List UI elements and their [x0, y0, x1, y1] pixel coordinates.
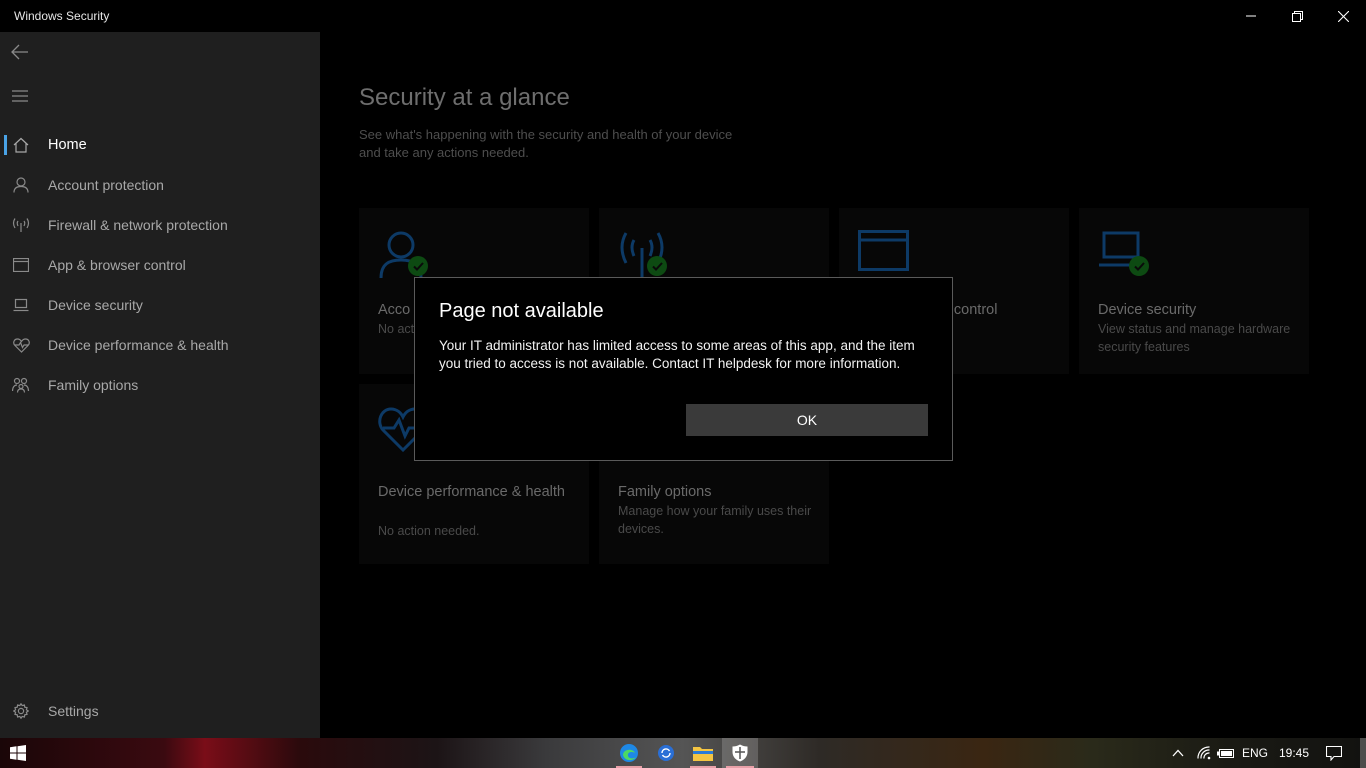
heart-pulse-icon: [1, 325, 41, 365]
gear-icon: [1, 691, 41, 731]
windows-logo-icon: [10, 745, 26, 761]
restore-button[interactable]: [1274, 0, 1320, 32]
clock-time: 19:45: [1278, 746, 1310, 760]
family-icon: [1, 365, 41, 405]
sidebar-item-label: Account protection: [48, 177, 164, 193]
start-button[interactable]: [0, 738, 36, 768]
battery-status-button[interactable]: [1214, 738, 1238, 768]
back-arrow-icon: [11, 44, 28, 60]
sidebar-item-home[interactable]: Home: [0, 125, 320, 165]
sidebar-item-label: Device performance & health: [48, 337, 229, 353]
sidebar-item-device-performance[interactable]: Device performance & health: [0, 325, 320, 365]
browser-window-icon: [1, 245, 41, 285]
tile-title: Family options: [618, 484, 712, 500]
action-center-button[interactable]: [1320, 738, 1348, 768]
network-status-button[interactable]: [1192, 738, 1216, 768]
title-bar: Windows Security: [0, 0, 1366, 32]
check-icon: [408, 256, 428, 276]
window-title: Windows Security: [14, 9, 110, 23]
tile-description: Manage how your family uses their device…: [618, 504, 812, 536]
sidebar: Home Account protection Firewall & netwo…: [0, 32, 320, 738]
tile-description: View status and manage hardware security…: [1098, 322, 1291, 354]
sidebar-item-firewall[interactable]: Firewall & network protection: [0, 205, 320, 245]
person-icon: [1, 165, 41, 205]
shield-icon: [732, 744, 748, 762]
minimize-icon: [1246, 15, 1256, 17]
dialog-message: Your IT administrator has limited access…: [439, 338, 915, 371]
close-icon: [1337, 10, 1349, 22]
sidebar-item-label: App & browser control: [48, 257, 186, 273]
edge-browser-icon: [620, 744, 638, 762]
taskbar-file-explorer[interactable]: [686, 738, 720, 768]
windows-security-app: Windows Security Home Account protection…: [0, 0, 1366, 738]
sidebar-item-account-protection[interactable]: Account protection: [0, 165, 320, 205]
sidebar-item-settings[interactable]: Settings: [0, 691, 320, 731]
sidebar-item-label: Home: [48, 137, 87, 153]
page-title: Security at a glance: [359, 84, 570, 111]
tile-description: No action needed.: [378, 524, 480, 538]
check-icon: [1129, 256, 1149, 276]
laptop-icon: [1, 285, 41, 325]
back-button[interactable]: [0, 32, 40, 72]
taskbar: ENG 19:45: [0, 738, 1366, 768]
laptop-icon: [1098, 230, 1158, 278]
show-desktop-button[interactable]: [1360, 738, 1366, 768]
show-hidden-icons-button[interactable]: [1166, 738, 1190, 768]
close-button[interactable]: [1320, 0, 1366, 32]
battery-icon: [1217, 749, 1234, 758]
person-icon: [378, 230, 438, 279]
chevron-up-icon: [1172, 749, 1184, 757]
tile-device-security[interactable]: Device security View status and manage h…: [1079, 208, 1309, 374]
settings-label: Settings: [48, 703, 99, 719]
wifi-icon: [1197, 746, 1211, 760]
sidebar-item-label: Device security: [48, 297, 143, 313]
sidebar-item-device-security[interactable]: Device security: [0, 285, 320, 325]
folder-icon: [693, 747, 713, 761]
browser-window-icon: [858, 230, 918, 278]
restore-icon: [1291, 10, 1303, 22]
taskbar-windows-security[interactable]: [722, 738, 758, 768]
tile-title: Device security: [1098, 302, 1197, 318]
check-icon: [647, 256, 667, 276]
sidebar-item-family-options[interactable]: Family options: [0, 365, 320, 405]
antenna-icon: [1, 205, 41, 245]
hamburger-menu-button[interactable]: [0, 76, 40, 116]
sync-app-icon: [658, 745, 674, 761]
taskbar-app[interactable]: [649, 738, 683, 768]
page-not-available-dialog: Page not available Your IT administrator…: [414, 277, 953, 461]
clock[interactable]: 19:45: [1274, 738, 1314, 768]
tile-title: Device performance & health: [378, 484, 565, 500]
notification-icon: [1326, 745, 1342, 761]
page-subtitle: See what's happening with the security a…: [359, 127, 733, 160]
language-label: ENG: [1241, 746, 1268, 760]
sidebar-item-label: Firewall & network protection: [48, 217, 228, 233]
dialog-title: Page not available: [439, 300, 604, 322]
minimize-button[interactable]: [1228, 0, 1274, 32]
home-icon: [1, 125, 41, 165]
ok-button[interactable]: OK: [686, 404, 928, 436]
sidebar-item-app-browser[interactable]: App & browser control: [0, 245, 320, 285]
hamburger-icon: [12, 90, 28, 102]
taskbar-edge[interactable]: [612, 738, 646, 768]
language-indicator[interactable]: ENG: [1239, 738, 1271, 768]
sidebar-item-label: Family options: [48, 377, 139, 393]
